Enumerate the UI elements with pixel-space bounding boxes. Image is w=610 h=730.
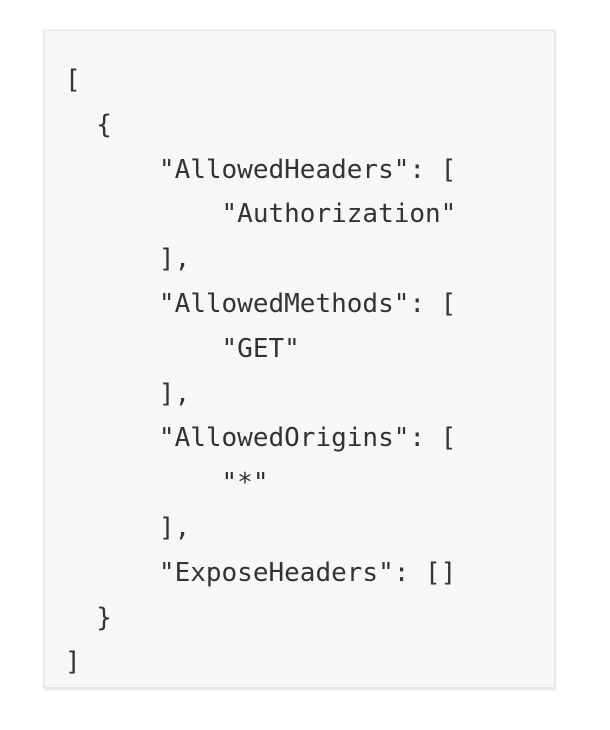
code-line: }: [65, 602, 112, 633]
code-line: "AllowedHeaders": [: [65, 154, 457, 185]
code-line: "Authorization": [65, 199, 457, 230]
code-line: "*": [65, 468, 269, 499]
code-line: {: [65, 109, 112, 140]
code-content: [ { "AllowedHeaders": [ "Authorization" …: [65, 58, 456, 685]
code-line: ],: [65, 244, 191, 275]
code-line: ],: [65, 512, 191, 543]
code-block: [ { "AllowedHeaders": [ "Authorization" …: [44, 30, 555, 688]
code-line: ]: [65, 647, 81, 678]
code-line: "GET": [65, 333, 300, 364]
code-line: ],: [65, 378, 191, 409]
code-line: "AllowedMethods": [: [65, 288, 457, 319]
code-line: "ExposeHeaders": []: [65, 557, 457, 588]
code-line: [: [65, 65, 81, 95]
code-line: "AllowedOrigins": [: [65, 423, 457, 454]
